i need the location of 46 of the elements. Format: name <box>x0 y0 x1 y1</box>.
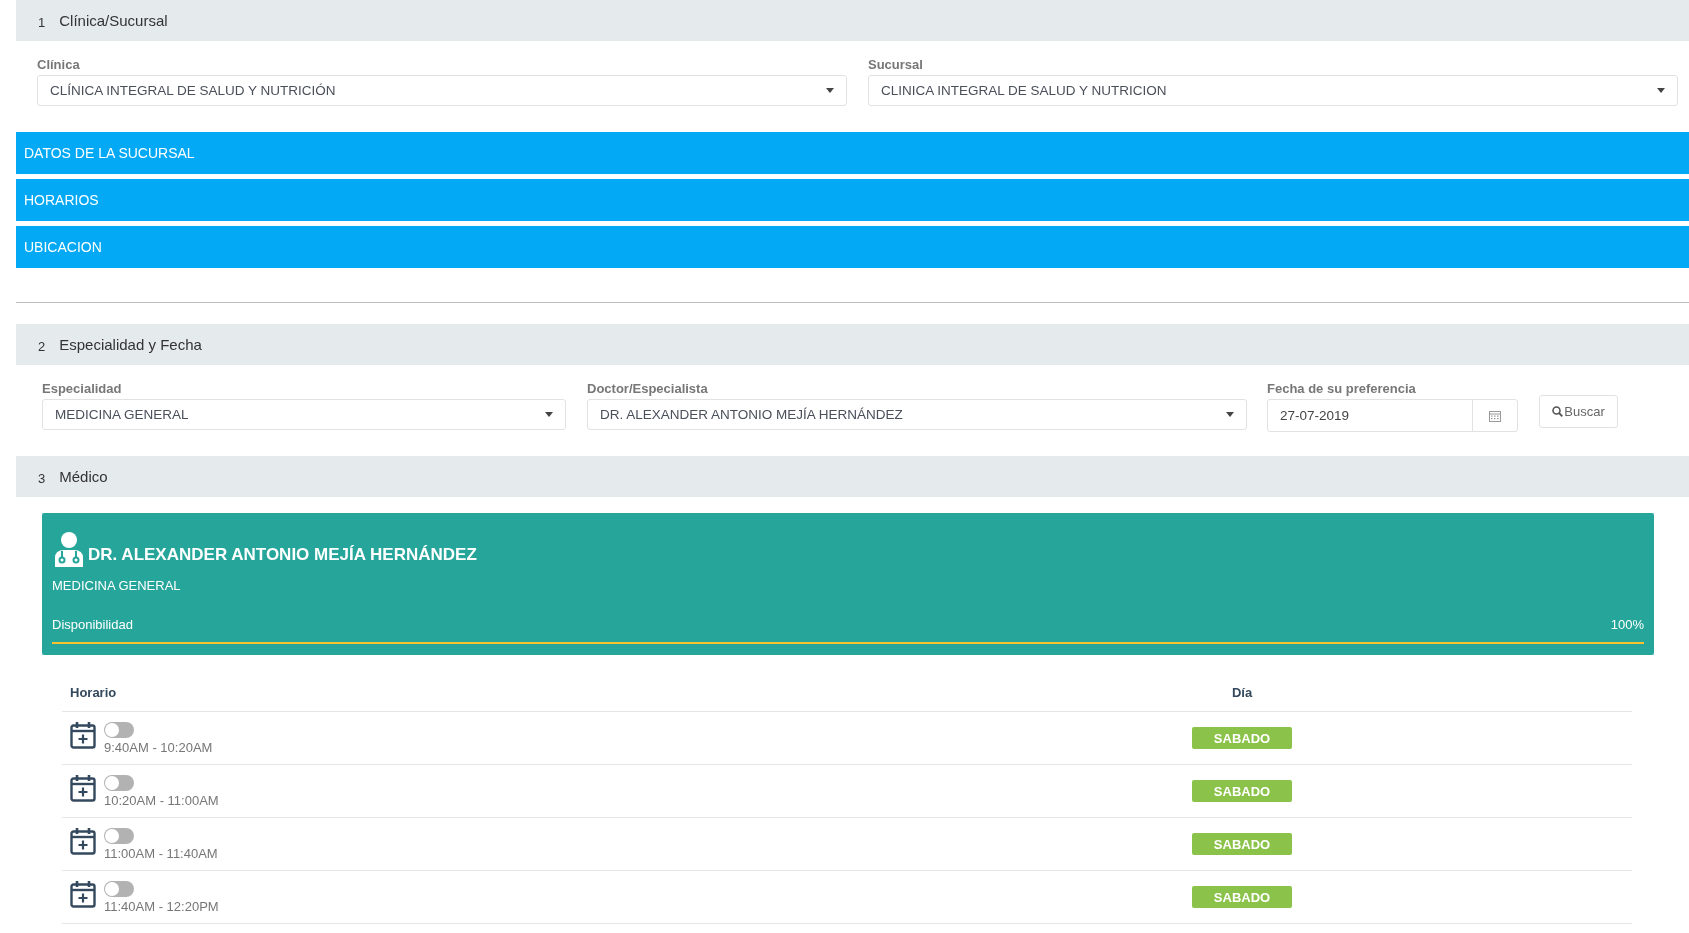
field-label: Fecha de su preferencia <box>1267 381 1417 396</box>
field-label: Especialidad <box>42 381 123 396</box>
calendar-add-icon[interactable] <box>70 827 96 855</box>
caret-icon <box>1226 412 1234 417</box>
toggle-switch[interactable] <box>104 775 134 791</box>
toggle-switch[interactable] <box>104 722 134 738</box>
caret-icon <box>545 412 553 417</box>
step-number: 2 <box>38 338 46 354</box>
doctor-specialty: MEDICINA GENERAL <box>52 578 182 593</box>
section-title: Médico <box>59 468 108 485</box>
column-header: Día <box>1230 684 1254 700</box>
time-slot: 10:20AM - 11:00AM <box>104 793 219 808</box>
section-title: Especialidad y Fecha <box>59 336 202 353</box>
date-field[interactable]: 27-07-2019 <box>1267 399 1518 432</box>
column-header: Horario <box>69 684 118 700</box>
select-field[interactable]: CLÍNICA INTEGRAL DE SALUD Y NUTRICIÓN <box>37 75 847 106</box>
calendar-add-icon[interactable] <box>70 774 96 802</box>
time-slot: 11:00AM - 11:40AM <box>104 846 218 861</box>
search-button[interactable]: Buscar <box>1539 395 1618 428</box>
doctor-name: DR. ALEXANDER ANTONIO MEJÍA HERNÁNDEZ <box>88 545 477 565</box>
day-label: SABADO <box>1192 780 1292 802</box>
field-label: Clínica <box>37 57 81 72</box>
calendar-add-icon[interactable] <box>70 880 96 908</box>
caret-icon <box>826 88 834 93</box>
day-label: SABADO <box>1192 886 1292 908</box>
search-icon <box>1552 406 1564 417</box>
select-field[interactable]: MEDICINA GENERAL <box>42 399 566 430</box>
field-label: Sucursal <box>868 57 924 72</box>
availability-reading: 100% <box>1610 617 1644 632</box>
time-slot: 9:40AM - 10:20AM <box>104 740 213 755</box>
step-number: 3 <box>38 470 46 486</box>
field-label: Doctor/Especialista <box>587 381 709 396</box>
day-label: SABADO <box>1192 833 1292 855</box>
doctor-icon <box>52 531 86 567</box>
select-field[interactable]: CLINICA INTEGRAL DE SALUD Y NUTRICION <box>868 75 1678 106</box>
toggle-switch[interactable] <box>104 881 134 897</box>
day-label: SABADO <box>1192 727 1292 749</box>
step-number: 1 <box>38 14 46 30</box>
availability-label: Disponibilidad <box>52 617 133 632</box>
select-field[interactable]: DR. ALEXANDER ANTONIO MEJÍA HERNÁNDEZ <box>587 399 1247 430</box>
toggle-switch[interactable] <box>104 828 134 844</box>
section-title: Clínica/Sucursal <box>59 12 168 29</box>
time-slot: 11:40AM - 12:20PM <box>104 899 219 914</box>
caret-icon <box>1657 88 1665 93</box>
calendar-add-icon[interactable] <box>70 721 96 749</box>
calendar-icon <box>1489 409 1501 422</box>
